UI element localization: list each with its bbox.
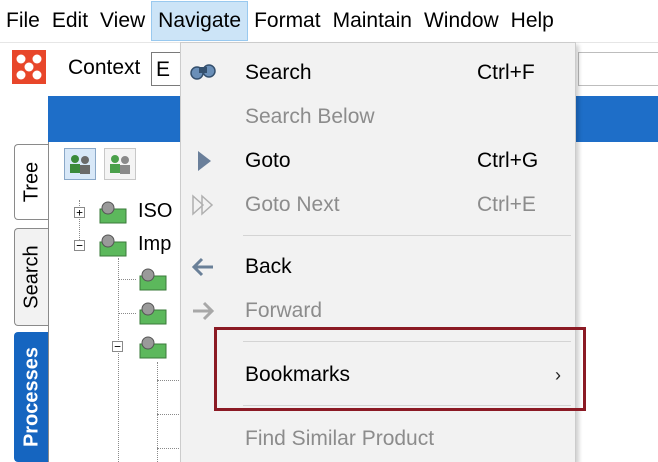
tree-connector <box>157 414 179 415</box>
double-triangle-icon <box>189 191 217 219</box>
app-logo-icon <box>12 50 46 84</box>
tree-connector <box>118 258 119 462</box>
bookmarks-highlight <box>214 327 586 411</box>
menu-item-back[interactable]: Back <box>181 245 575 289</box>
left-panel-border <box>48 142 49 462</box>
menu-item-goto-next[interactable]: Goto Next Ctrl+E <box>181 183 575 227</box>
tree-connector <box>118 279 136 280</box>
menu-item-search-label: Search <box>245 61 312 84</box>
gear-folder-icon <box>98 232 128 258</box>
tree-connector <box>157 362 158 462</box>
menu-item-goto-label: Goto <box>245 149 291 172</box>
tab-tree[interactable]: Tree <box>14 144 48 220</box>
toolbar-input[interactable] <box>578 52 658 86</box>
tree-connector <box>157 380 179 381</box>
menu-maintain[interactable]: Maintain <box>327 1 418 41</box>
tree-expander[interactable]: − <box>74 240 85 251</box>
menu-bar: File Edit View Navigate Format Maintain … <box>0 0 658 42</box>
menu-item-search-below[interactable]: Search Below <box>181 95 575 139</box>
tree-connector <box>157 448 179 449</box>
menu-help[interactable]: Help <box>505 1 560 41</box>
menu-window[interactable]: Window <box>418 1 505 41</box>
gear-folder-icon <box>138 300 168 326</box>
binoculars-icon <box>189 59 217 87</box>
menu-item-find-similar-product[interactable]: Find Similar Product <box>181 417 575 461</box>
menu-separator <box>243 235 571 236</box>
tab-processes[interactable]: Processes <box>14 332 48 462</box>
menu-item-goto[interactable]: Goto Ctrl+G <box>181 139 575 183</box>
gear-folder-icon <box>138 334 168 360</box>
tree-users-alt-button[interactable] <box>104 148 136 180</box>
context-select[interactable]: E <box>151 52 181 86</box>
tab-search[interactable]: Search <box>14 228 48 326</box>
tree-node-imp[interactable]: Imp <box>138 233 171 256</box>
context-label: Context <box>68 56 141 79</box>
menu-item-search[interactable]: Search Ctrl+F <box>181 51 575 95</box>
arrow-right-icon <box>189 297 217 325</box>
menu-view[interactable]: View <box>94 1 151 41</box>
tree-node-iso[interactable]: ISO <box>138 200 172 223</box>
tree-users-button[interactable] <box>64 148 96 180</box>
arrow-left-icon <box>189 253 217 281</box>
users-alt-icon <box>110 155 130 174</box>
menu-file[interactable]: File <box>0 1 46 41</box>
menu-item-goto-next-label: Goto Next <box>245 193 340 216</box>
tree-expander[interactable]: − <box>112 341 123 352</box>
tab-search-label: Search <box>20 245 42 309</box>
menu-format[interactable]: Format <box>248 1 327 41</box>
menu-item-goto-next-shortcut: Ctrl+E <box>477 193 536 216</box>
users-icon <box>70 155 90 174</box>
menu-edit[interactable]: Edit <box>46 1 94 41</box>
menu-item-find-similar-label: Find Similar Product <box>245 427 435 450</box>
tree-expander[interactable]: + <box>74 207 85 218</box>
tab-tree-label: Tree <box>20 161 42 203</box>
menu-item-back-label: Back <box>245 255 292 278</box>
menu-item-goto-shortcut: Ctrl+G <box>477 149 539 172</box>
menu-item-search-below-label: Search Below <box>245 105 375 128</box>
tab-processes-label: Processes <box>20 346 42 448</box>
tree-connector <box>118 313 136 314</box>
menu-item-search-shortcut: Ctrl+F <box>477 61 535 84</box>
menu-navigate[interactable]: Navigate <box>151 1 249 41</box>
play-triangle-icon <box>189 147 217 175</box>
gear-folder-icon <box>98 199 128 225</box>
gear-folder-icon <box>138 266 168 292</box>
